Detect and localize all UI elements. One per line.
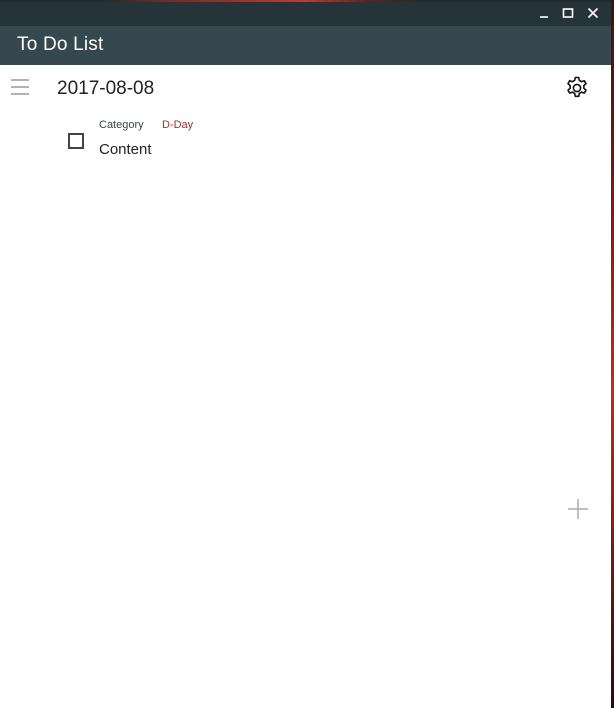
hamburger-menu-icon	[11, 79, 29, 95]
todo-category: Category	[99, 119, 144, 131]
app-title: To Do List	[17, 34, 104, 55]
settings-button[interactable]	[564, 75, 590, 101]
app-header-bar: To Do List	[0, 26, 611, 65]
todo-dday: D-Day	[162, 119, 194, 131]
hamburger-menu-button[interactable]	[9, 78, 31, 96]
maximize-icon	[562, 8, 574, 18]
gear-icon	[567, 76, 587, 98]
todo-item[interactable]: Category D-Day Content	[60, 114, 460, 164]
maximize-button[interactable]	[556, 2, 580, 24]
add-todo-button[interactable]	[567, 498, 589, 520]
todo-checkbox[interactable]	[68, 133, 84, 149]
close-button[interactable]	[581, 2, 605, 24]
todo-content: Content	[99, 141, 152, 158]
app-window: To Do List 2017-08-08 Category D-Day Con…	[0, 0, 611, 708]
titlebar-accent-strip	[0, 0, 611, 2]
minimize-icon	[540, 16, 548, 18]
window-titlebar[interactable]	[0, 0, 611, 26]
plus-icon	[568, 499, 588, 519]
current-date[interactable]: 2017-08-08	[57, 78, 154, 100]
close-icon	[587, 7, 599, 19]
minimize-button[interactable]	[532, 2, 556, 24]
